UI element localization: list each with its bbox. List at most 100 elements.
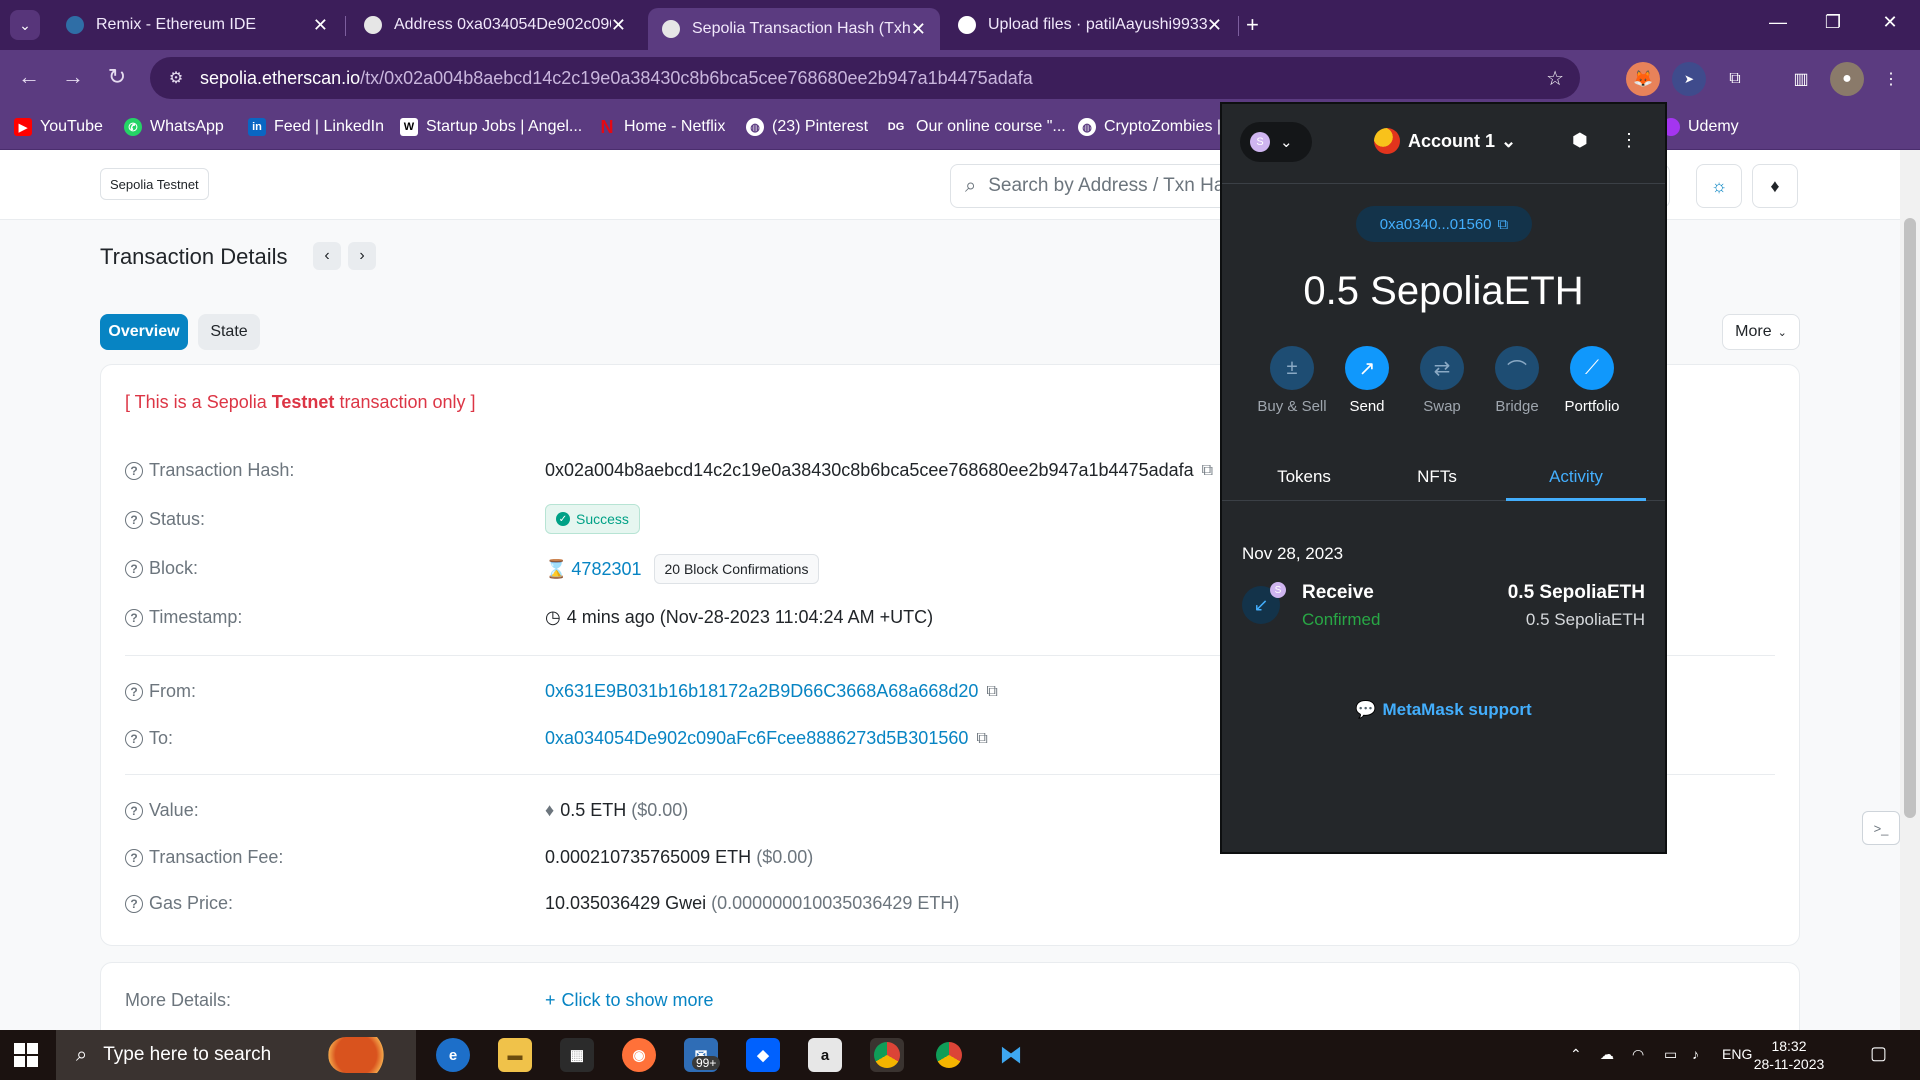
close-tab-icon[interactable]: ✕: [313, 15, 328, 36]
send-button[interactable]: ↗ Send: [1327, 346, 1407, 415]
tab-nfts[interactable]: NFTs: [1367, 467, 1507, 487]
tab-separator: [345, 16, 346, 36]
forward-arrow-icon[interactable]: →: [58, 64, 88, 90]
taskbar-clock[interactable]: 18:32 28-11-2023: [1744, 1037, 1834, 1073]
copy-icon[interactable]: ⧉: [976, 730, 987, 748]
edge-icon[interactable]: e: [436, 1038, 470, 1072]
help-icon[interactable]: ?: [125, 510, 143, 529]
close-tab-icon[interactable]: ✕: [611, 15, 626, 36]
address-bar[interactable]: ⚙ sepolia.etherscan.io/tx/0x02a004b8aebc…: [150, 57, 1580, 99]
show-more-link[interactable]: + Click to show more: [545, 990, 714, 1011]
reload-icon[interactable]: ↻: [102, 64, 132, 90]
ethereum-network-icon[interactable]: ♦: [1752, 164, 1798, 208]
bookmark-whatsapp[interactable]: ✆ WhatsApp: [124, 118, 224, 136]
network-picker[interactable]: S ⌄: [1240, 122, 1312, 162]
close-window-icon[interactable]: ✕: [1870, 12, 1910, 33]
chrome-profile-icon[interactable]: [932, 1038, 966, 1072]
tab-etherscan-address[interactable]: Address 0xa034054De902c090a ✕: [350, 8, 640, 42]
previous-tx-chevron-icon[interactable]: ‹: [313, 242, 341, 270]
side-panel-icon[interactable]: ▥: [1784, 62, 1818, 96]
block-value: ⌛ 4782301 20 Block Confirmations: [545, 554, 820, 584]
onedrive-cloud-icon[interactable]: ☁: [1600, 1046, 1614, 1063]
tab-activity[interactable]: Activity: [1506, 467, 1646, 487]
metamask-extension-icon[interactable]: 🦊: [1626, 62, 1660, 96]
restore-icon[interactable]: ❐: [1813, 12, 1853, 33]
network-icon[interactable]: ◠: [1632, 1046, 1644, 1063]
help-icon[interactable]: ?: [125, 729, 143, 748]
bookmark-online-course[interactable]: DG Our online course "...: [884, 118, 1066, 136]
block-number-link[interactable]: 4782301: [571, 559, 641, 580]
firefox-icon[interactable]: ◉: [622, 1038, 656, 1072]
copy-icon[interactable]: ⧉: [1202, 462, 1213, 480]
bookmark-angel[interactable]: W Startup Jobs | Angel...: [400, 118, 582, 136]
kebab-menu-icon[interactable]: ⋮: [1620, 130, 1638, 151]
tab-overview[interactable]: Overview: [100, 314, 188, 350]
account-address-button[interactable]: 0xa0340...01560 ⧉: [1356, 206, 1532, 242]
minimize-icon[interactable]: —: [1758, 12, 1798, 33]
amazon-icon[interactable]: a: [808, 1038, 842, 1072]
battery-icon[interactable]: ▭: [1664, 1046, 1677, 1063]
dropbox-icon[interactable]: ◆: [746, 1038, 780, 1072]
portfolio-button[interactable]: ⟋ Portfolio: [1552, 346, 1632, 415]
tab-remix[interactable]: Remix - Ethereum IDE ✕: [52, 8, 342, 42]
copy-icon[interactable]: ⧉: [986, 683, 997, 701]
command-palette-button[interactable]: >_: [1862, 811, 1900, 845]
to-address-link[interactable]: 0xa034054De902c090aFc6Fcee8886273d5B3015…: [545, 728, 968, 749]
site-info-icon[interactable]: ⚙: [166, 68, 186, 88]
help-icon[interactable]: ?: [125, 894, 143, 913]
account-picker[interactable]: Account 1 ⌄: [1374, 128, 1516, 154]
help-icon[interactable]: ?: [125, 608, 143, 627]
tab-tokens[interactable]: Tokens: [1234, 467, 1374, 487]
bridge-button[interactable]: ⌒ Bridge: [1477, 346, 1557, 415]
metamask-support-link[interactable]: 💬 MetaMask support: [1222, 700, 1665, 720]
bookmark-youtube[interactable]: ▶ YouTube: [14, 118, 103, 136]
notifications-icon[interactable]: ▢: [1870, 1043, 1887, 1064]
tab-etherscan-transaction[interactable]: Sepolia Transaction Hash (Txhas ✕: [648, 8, 940, 50]
bookmark-pinterest[interactable]: ◍ (23) Pinterest: [746, 118, 868, 136]
tab-search-button[interactable]: ⌄: [10, 10, 40, 40]
linkedin-icon: in: [248, 118, 266, 136]
bookmark-netflix[interactable]: N Home - Netflix: [598, 117, 726, 137]
bookmark-cryptozombies[interactable]: ◍ CryptoZombies |: [1078, 118, 1221, 136]
buy-sell-button[interactable]: ± Buy & Sell: [1252, 346, 1332, 415]
clock-icon: ◷: [545, 607, 561, 627]
from-address-link[interactable]: 0x631E9B031b16b18172a2B9D66C3668A68a668d…: [545, 681, 978, 702]
back-arrow-icon[interactable]: ←: [14, 64, 44, 90]
cursor-extension-icon[interactable]: ➤: [1672, 62, 1706, 96]
connected-sites-icon[interactable]: ⬢: [1572, 130, 1588, 151]
network-badge[interactable]: Sepolia Testnet: [100, 168, 209, 200]
help-icon[interactable]: ?: [125, 461, 143, 480]
account-avatar: [1374, 128, 1400, 154]
new-tab-plus-icon[interactable]: +: [1246, 12, 1259, 38]
help-icon[interactable]: ?: [125, 559, 143, 578]
close-tab-icon[interactable]: ✕: [911, 19, 926, 40]
activity-item-status: Confirmed: [1302, 610, 1381, 629]
extensions-puzzle-icon[interactable]: ⧉: [1718, 62, 1752, 96]
microsoft-store-icon[interactable]: ▦: [560, 1038, 594, 1072]
file-explorer-icon[interactable]: ▬: [498, 1038, 532, 1072]
windows-start-icon[interactable]: [14, 1043, 38, 1067]
show-hidden-icons-chevron-icon[interactable]: ⌃: [1570, 1046, 1582, 1063]
swap-button[interactable]: ⇄ Swap: [1402, 346, 1482, 415]
bookmark-udemy[interactable]: Udemy: [1662, 118, 1739, 136]
browser-menu-icon[interactable]: ⋮: [1874, 62, 1908, 96]
next-tx-chevron-icon[interactable]: ›: [348, 242, 376, 270]
tab-state[interactable]: State: [198, 314, 260, 350]
bookmark-star-icon[interactable]: ☆: [1546, 66, 1564, 91]
taskbar-search-input[interactable]: ⌕ Type here to search: [56, 1030, 416, 1080]
help-icon[interactable]: ?: [125, 848, 143, 867]
profile-avatar[interactable]: ●: [1830, 62, 1864, 96]
help-icon[interactable]: ?: [125, 801, 143, 820]
help-icon[interactable]: ?: [125, 682, 143, 701]
theme-toggle-sun-icon[interactable]: ☼: [1696, 164, 1742, 208]
chrome-icon[interactable]: [870, 1038, 904, 1072]
page-scrollbar-thumb[interactable]: [1904, 218, 1916, 818]
close-tab-icon[interactable]: ✕: [1207, 15, 1222, 36]
more-dropdown-button[interactable]: More ⌄: [1722, 314, 1800, 350]
activity-item-title[interactable]: Receive: [1302, 582, 1374, 604]
vscode-icon[interactable]: ⧓: [994, 1038, 1028, 1072]
bookmark-linkedin[interactable]: in Feed | LinkedIn: [248, 118, 384, 136]
volume-icon[interactable]: ♪: [1692, 1046, 1699, 1062]
tab-github-upload[interactable]: Upload files · patilAayushi9933/ ✕: [944, 8, 1236, 42]
activity-item-secondary-amount: 0.5 SepoliaETH: [1525, 610, 1645, 629]
